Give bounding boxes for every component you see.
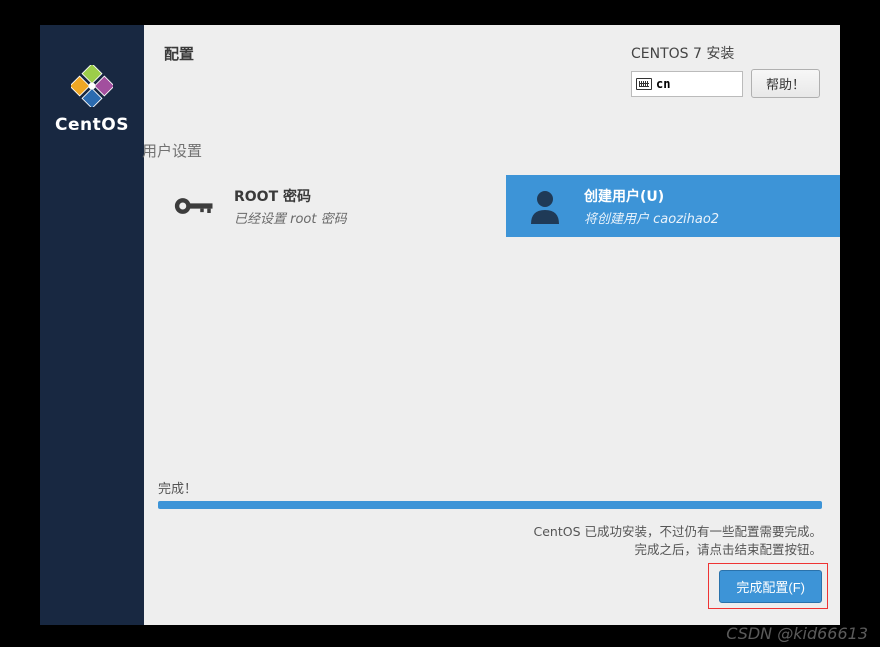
main-panel: 配置 CENTOS 7 安装 cn 帮助！ 用户设置 <box>144 25 840 625</box>
key-icon <box>174 185 216 227</box>
create-user-card[interactable]: 创建用户(U) 将创建用户 caozihao2 <box>506 175 840 237</box>
root-password-card[interactable]: ROOT 密码 已经设置 root 密码 <box>156 175 496 237</box>
keyboard-layout-selector[interactable]: cn <box>631 71 743 97</box>
centos-logo-icon <box>71 65 113 107</box>
bottom-panel: 完成！ CentOS 已成功安装，不过仍有一些配置需要完成。 完成之后，请点击结… <box>144 478 840 604</box>
keyboard-layout-code: cn <box>656 77 670 91</box>
finish-message: CentOS 已成功安装，不过仍有一些配置需要完成。 完成之后，请点击结束配置按… <box>162 523 822 561</box>
brand-label: CentOS <box>55 115 129 135</box>
sidebar: CentOS <box>40 25 144 625</box>
progress-label: 完成！ <box>158 478 822 497</box>
progress-bar <box>158 501 822 509</box>
user-settings-cards: ROOT 密码 已经设置 root 密码 创建用户(U) 将创建用户 caozi… <box>144 175 840 237</box>
section-title: 用户设置 <box>142 98 840 167</box>
watermark: CSDN @kid66613 <box>726 624 868 643</box>
user-icon <box>524 185 566 227</box>
installer-window: CentOS 配置 CENTOS 7 安装 cn 帮助！ 用户设置 <box>40 25 840 625</box>
help-button[interactable]: 帮助！ <box>751 69 820 98</box>
finish-config-button[interactable]: 完成配置(F) <box>719 570 822 603</box>
create-user-subtitle: 将创建用户 caozihao2 <box>584 208 719 227</box>
root-password-subtitle: 已经设置 root 密码 <box>234 208 347 227</box>
root-password-title: ROOT 密码 <box>234 186 347 206</box>
keyboard-icon <box>636 78 652 90</box>
install-title: CENTOS 7 安装 <box>631 43 820 63</box>
header: 配置 CENTOS 7 安装 cn 帮助！ <box>144 25 840 98</box>
create-user-title: 创建用户(U) <box>584 186 719 206</box>
page-title: 配置 <box>164 43 194 98</box>
